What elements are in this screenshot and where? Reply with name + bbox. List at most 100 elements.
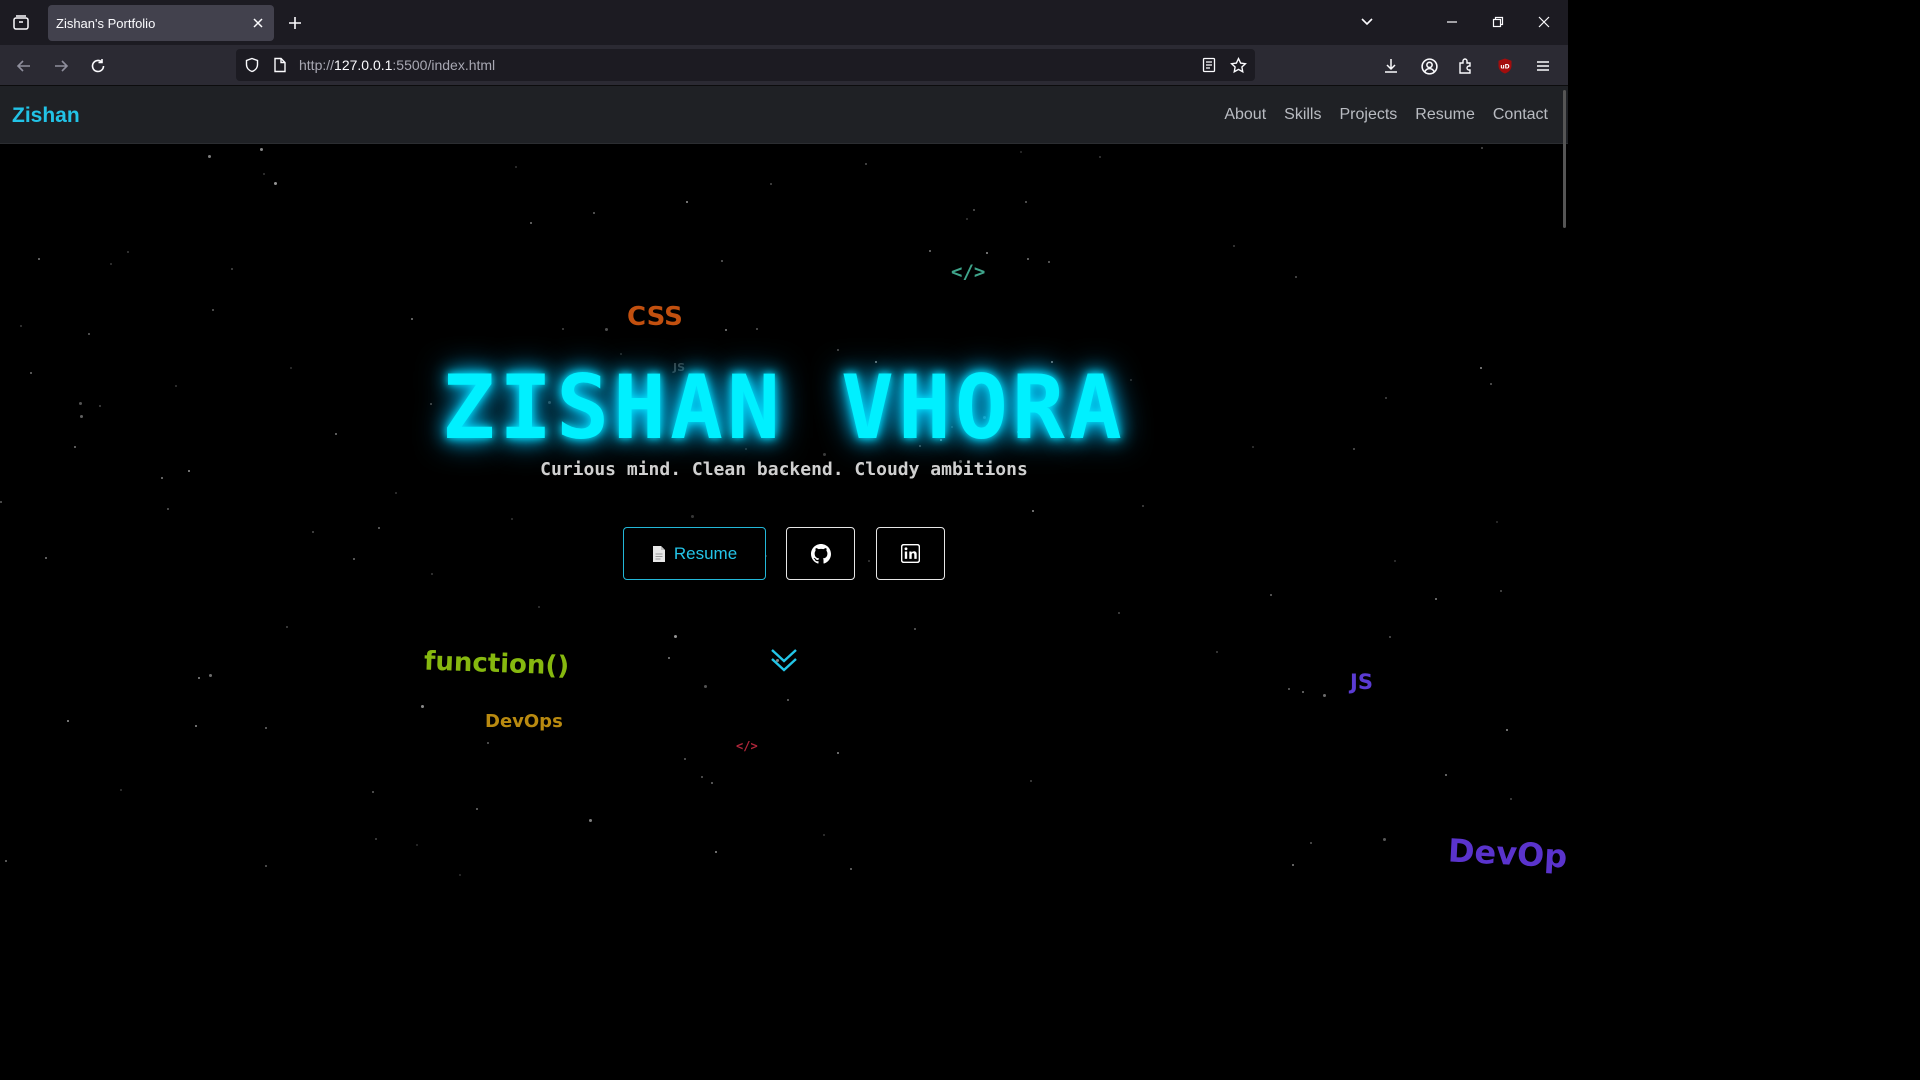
hero-tagline: Curious mind. Clean backend. Cloudy ambi…: [540, 459, 1028, 480]
floating-tag-js: JS: [1350, 670, 1373, 694]
star-dot: [511, 518, 513, 520]
downloads-icon[interactable]: [1377, 52, 1405, 80]
star-dot: [1270, 594, 1272, 596]
star-dot: [620, 353, 622, 355]
new-tab-icon[interactable]: [282, 10, 308, 36]
floating-tag-code: </>: [951, 261, 986, 283]
star-dot: [1030, 780, 1032, 782]
star-dot: [684, 758, 686, 760]
star-dot: [312, 531, 314, 533]
floating-tag-code-small: </>: [736, 739, 758, 753]
back-icon[interactable]: [10, 52, 38, 80]
star-dot: [195, 725, 197, 727]
star-dot: [715, 851, 717, 853]
star-dot: [538, 606, 540, 608]
star-dot: [530, 222, 532, 224]
star-dot: [986, 252, 988, 254]
star-dot: [1510, 798, 1512, 800]
close-window-icon[interactable]: [1529, 8, 1559, 36]
star-dot: [67, 720, 69, 722]
star-dot: [198, 677, 200, 679]
tab-close-icon[interactable]: [246, 11, 270, 35]
star-dot: [38, 258, 40, 260]
nav-link-skills[interactable]: Skills: [1284, 106, 1321, 124]
star-dot: [837, 752, 839, 754]
star-dot: [209, 674, 212, 677]
star-dot: [1295, 276, 1297, 278]
star-dot: [868, 560, 870, 562]
star-dot: [823, 834, 825, 836]
page-viewport: Zishan About Skills Projects Resume Cont…: [0, 86, 1568, 882]
star-dot: [110, 263, 112, 265]
scrollbar-thumb[interactable]: [1563, 90, 1566, 228]
url-bar[interactable]: http://127.0.0.1:5500/index.html: [236, 49, 1255, 81]
star-dot: [286, 626, 288, 628]
minimize-icon[interactable]: [1437, 8, 1467, 36]
menu-icon[interactable]: [1529, 52, 1557, 80]
star-dot: [562, 328, 564, 330]
tab-list-icon[interactable]: [8, 10, 34, 36]
shield-icon[interactable]: [242, 55, 262, 75]
list-all-tabs-icon[interactable]: [1352, 8, 1382, 36]
floating-tag-devops-large: DevOps: [1447, 831, 1568, 877]
page-scrollbar[interactable]: [1560, 86, 1568, 882]
star-dot: [353, 558, 355, 560]
star-dot: [1216, 651, 1218, 653]
browser-tab-active[interactable]: Zishan's Portfolio: [48, 5, 274, 41]
resume-button-label: Resume: [673, 543, 738, 563]
nav-link-resume[interactable]: Resume: [1415, 106, 1475, 124]
account-icon[interactable]: [1415, 52, 1443, 80]
floating-tag-devops: DevOps: [485, 711, 563, 732]
star-dot: [476, 808, 478, 810]
star-dot: [593, 212, 595, 214]
linkedin-icon: [901, 544, 920, 563]
bookmark-star-icon[interactable]: [1228, 55, 1248, 75]
star-dot: [20, 325, 22, 327]
star-dot: [1506, 729, 1508, 731]
star-dot: [1020, 151, 1022, 153]
forward-icon[interactable]: [47, 52, 75, 80]
ublock-origin-icon[interactable]: uD: [1491, 52, 1519, 80]
star-dot: [704, 685, 707, 688]
star-dot: [515, 166, 517, 168]
site-nav-links: About Skills Projects Resume Contact: [1224, 106, 1548, 124]
star-dot: [431, 573, 433, 575]
star-dot: [127, 251, 129, 253]
star-dot: [265, 865, 267, 867]
star-dot: [1025, 201, 1027, 203]
restore-icon[interactable]: [1483, 8, 1513, 36]
star-dot: [0, 501, 2, 503]
scroll-down-chevron-icon[interactable]: [769, 645, 799, 675]
star-dot: [421, 705, 424, 708]
star-dot: [274, 182, 277, 185]
github-button[interactable]: [786, 527, 855, 580]
page-icon[interactable]: [270, 55, 290, 75]
star-dot: [787, 699, 789, 701]
tab-title: Zishan's Portfolio: [56, 15, 156, 31]
star-dot: [1292, 864, 1294, 866]
star-dot: [837, 349, 839, 351]
reload-icon[interactable]: [84, 52, 112, 80]
star-dot: [1435, 598, 1437, 600]
linkedin-button[interactable]: [876, 527, 945, 580]
resume-button[interactable]: Resume: [623, 527, 766, 580]
hero-title: ZISHAN VHORA: [442, 356, 1126, 459]
extensions-icon[interactable]: [1452, 52, 1480, 80]
star-dot: [88, 333, 90, 335]
star-dot: [120, 789, 122, 791]
star-dot: [966, 218, 968, 220]
star-dot: [372, 791, 374, 793]
star-dot: [756, 328, 758, 330]
star-dot: [1099, 156, 1101, 158]
browser-toolbar: http://127.0.0.1:5500/index.html uD: [0, 45, 1568, 86]
star-dot: [411, 318, 413, 320]
brand-logo[interactable]: Zishan: [12, 104, 80, 128]
nav-link-contact[interactable]: Contact: [1493, 106, 1548, 124]
star-dot: [1481, 147, 1483, 149]
reader-view-icon[interactable]: [1199, 55, 1219, 75]
nav-link-about[interactable]: About: [1224, 106, 1266, 124]
star-dot: [1288, 688, 1290, 690]
svg-text:uD: uD: [1500, 64, 1509, 71]
star-dot: [1445, 774, 1447, 776]
nav-link-projects[interactable]: Projects: [1339, 106, 1397, 124]
